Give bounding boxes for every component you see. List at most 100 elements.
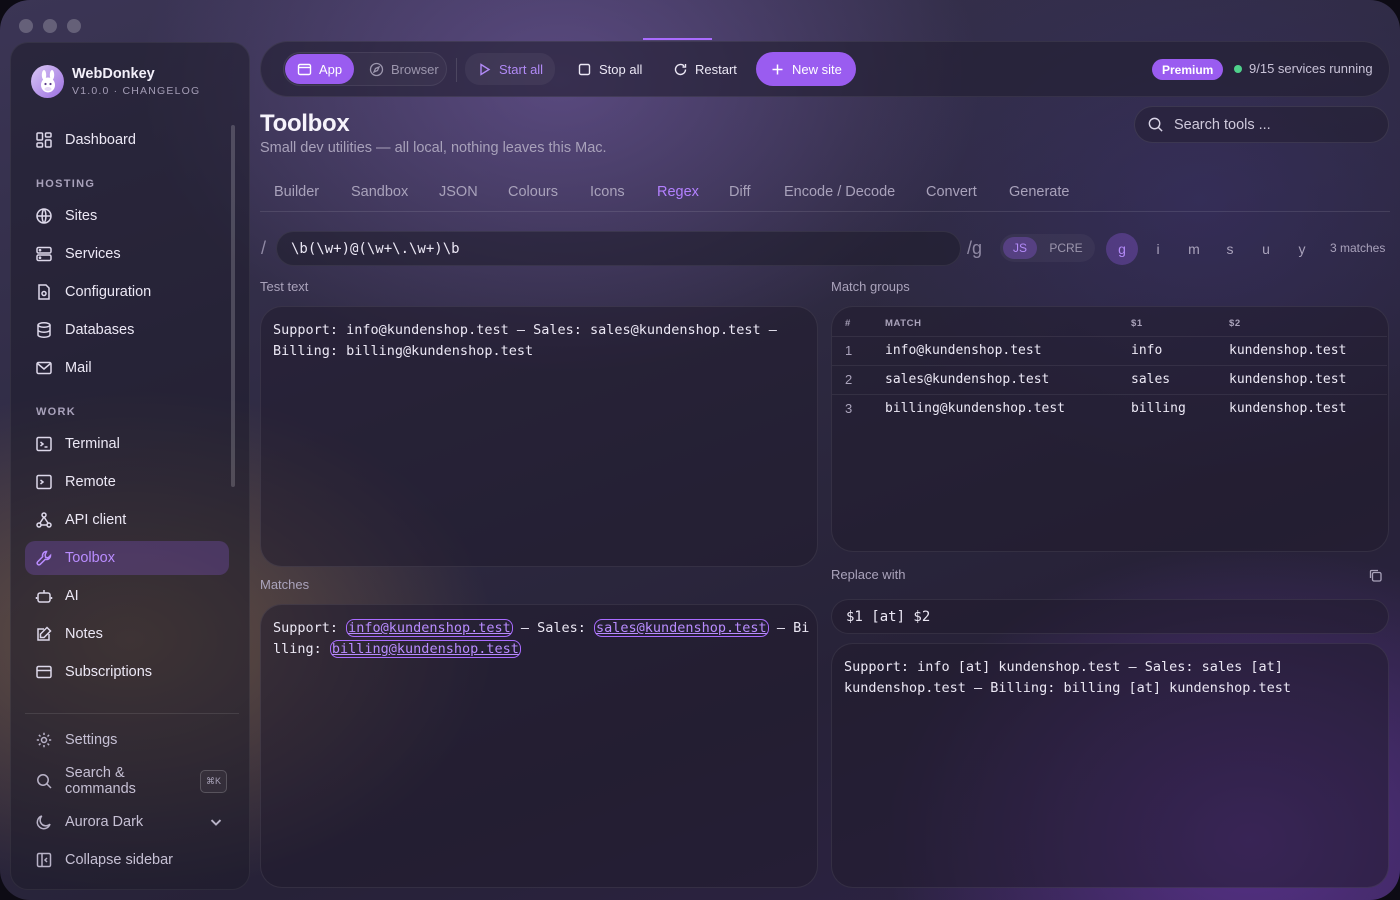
matches-output: Support: info@kundenshop.test — Sales: s… bbox=[273, 618, 809, 660]
test-text-panel[interactable]: Support: info@kundenshop.test — Sales: s… bbox=[260, 306, 818, 567]
sidebar-item-label: Mail bbox=[65, 360, 92, 376]
sidebar-item-notes[interactable]: Notes bbox=[25, 617, 229, 651]
restart-button[interactable]: Restart bbox=[661, 54, 749, 84]
replace-input[interactable]: $1 [at] $2 bbox=[831, 599, 1389, 634]
sidebar-collapse-icon bbox=[36, 852, 52, 868]
regex-open-slash: / bbox=[261, 238, 267, 258]
sidebar-item-configuration[interactable]: Configuration bbox=[25, 275, 229, 309]
match-count: 3 matches bbox=[1330, 241, 1386, 255]
match-highlight: billing@kundenshop.test bbox=[329, 640, 521, 658]
tab-regex[interactable]: Regex bbox=[657, 184, 699, 200]
flag-u-toggle[interactable]: u bbox=[1250, 233, 1282, 265]
regex-engine-toggle: JS PCRE bbox=[1000, 234, 1095, 262]
match-cell: billing@kundenshop.test bbox=[885, 393, 1131, 423]
flag-m-toggle[interactable]: m bbox=[1178, 233, 1210, 265]
top-toolbar: App Browser Start all Stop all Restart N… bbox=[260, 41, 1390, 97]
tab-encode-decode[interactable]: Encode / Decode bbox=[784, 184, 895, 200]
app-version[interactable]: V1.0.0 · CHANGELOG bbox=[72, 85, 200, 97]
matches-label: Matches bbox=[260, 577, 310, 592]
app-view-button[interactable]: App bbox=[285, 54, 355, 84]
stop-all-button[interactable]: Stop all bbox=[565, 54, 654, 84]
tab-convert[interactable]: Convert bbox=[926, 184, 977, 200]
new-site-button[interactable]: New site bbox=[756, 52, 856, 86]
tab-diff[interactable]: Diff bbox=[729, 184, 751, 200]
engine-js-button[interactable]: JS bbox=[1003, 237, 1037, 259]
match-text: — Sales: bbox=[512, 620, 594, 636]
tab-generate[interactable]: Generate bbox=[1009, 184, 1069, 200]
match-groups-label: Match groups bbox=[831, 279, 910, 294]
engine-pcre-button[interactable]: PCRE bbox=[1042, 237, 1090, 259]
flag-i-toggle[interactable]: i bbox=[1142, 233, 1174, 265]
minimize-window-button[interactable] bbox=[43, 19, 57, 33]
notes-icon bbox=[37, 626, 52, 641]
tab-colours[interactable]: Colours bbox=[508, 184, 558, 200]
server-icon bbox=[36, 246, 52, 262]
match-cell: sales@kundenshop.test bbox=[885, 364, 1131, 394]
plus-icon bbox=[772, 64, 783, 74]
moon-icon bbox=[36, 815, 51, 830]
copy-icon[interactable] bbox=[1368, 568, 1383, 583]
sidebar-scrollbar[interactable] bbox=[231, 125, 235, 487]
sidebar-item-databases[interactable]: Databases bbox=[25, 313, 229, 347]
tab-json[interactable]: JSON bbox=[439, 184, 478, 200]
search-input[interactable] bbox=[1174, 116, 1364, 133]
tab-sandbox[interactable]: Sandbox bbox=[351, 184, 408, 200]
window-icon bbox=[297, 63, 312, 75]
test-text-label: Test text bbox=[260, 279, 309, 294]
sidebar-item-remote[interactable]: Remote bbox=[25, 465, 229, 499]
flag-s-toggle[interactable]: s bbox=[1214, 233, 1246, 265]
flag-g-toggle[interactable]: g bbox=[1106, 233, 1138, 265]
sidebar-item-label: Search & commands bbox=[65, 765, 136, 797]
database-icon bbox=[37, 322, 51, 338]
dashboard-icon bbox=[36, 132, 52, 148]
close-window-button[interactable] bbox=[19, 19, 33, 33]
sidebar-item-label: Settings bbox=[65, 732, 118, 748]
sidebar-item-ai[interactable]: AI bbox=[25, 579, 229, 613]
sidebar-item-sites[interactable]: Sites bbox=[25, 199, 229, 233]
sidebar-item-subscriptions[interactable]: Subscriptions bbox=[25, 655, 229, 689]
premium-badge[interactable]: Premium bbox=[1152, 59, 1224, 80]
brand[interactable]: WebDonkey V1.0.0 · CHANGELOG bbox=[31, 65, 200, 98]
regex-pattern-input[interactable]: \b(\w+)@(\w+\.\w+)\b bbox=[276, 231, 961, 266]
flag-y-toggle[interactable]: y bbox=[1286, 233, 1318, 265]
sidebar-item-terminal[interactable]: Terminal bbox=[25, 427, 229, 461]
replace-label: Replace with bbox=[831, 567, 906, 582]
mail-icon bbox=[36, 361, 52, 375]
sidebar-item-settings[interactable]: Settings bbox=[25, 723, 229, 757]
sidebar-divider bbox=[25, 713, 239, 714]
start-all-button[interactable]: Start all bbox=[465, 53, 556, 85]
table-header-row: # MATCH $1 $2 bbox=[832, 312, 1387, 336]
match-cell: info@kundenshop.test bbox=[885, 335, 1131, 365]
sidebar-item-mail[interactable]: Mail bbox=[25, 351, 229, 385]
sidebar-item-search-commands[interactable]: Search & commands ⌘K bbox=[25, 764, 229, 798]
group2-cell: kundenshop.test bbox=[1229, 393, 1387, 423]
sidebar-item-label: Subscriptions bbox=[65, 664, 153, 680]
tool-search-box[interactable] bbox=[1134, 106, 1389, 143]
tab-builder[interactable]: Builder bbox=[274, 184, 319, 200]
sidebar-item-label: API client bbox=[65, 512, 127, 528]
theme-selector[interactable]: Aurora Dark bbox=[25, 805, 229, 839]
table-row: 1 info@kundenshop.test info kundenshop.t… bbox=[832, 335, 1387, 365]
sidebar-item-label: Sites bbox=[65, 208, 98, 224]
stop-icon bbox=[578, 63, 591, 75]
sidebar-item-toolbox[interactable]: Toolbox bbox=[25, 541, 229, 575]
sidebar-item-services[interactable]: Services bbox=[25, 237, 229, 271]
active-tab-indicator bbox=[643, 38, 712, 40]
browser-view-button[interactable]: Browser bbox=[357, 54, 451, 84]
status-dot-icon bbox=[1234, 64, 1242, 73]
services-status[interactable]: 9/15 services running bbox=[1234, 61, 1373, 76]
group1-cell: sales bbox=[1131, 364, 1229, 394]
group1-cell: billing bbox=[1131, 393, 1229, 423]
donkey-logo-icon bbox=[31, 65, 64, 98]
sidebar-item-api-client[interactable]: API client bbox=[25, 503, 229, 537]
tab-icons[interactable]: Icons bbox=[590, 184, 625, 200]
sidebar-item-dashboard[interactable]: Dashboard bbox=[25, 123, 229, 157]
collapse-sidebar-button[interactable]: Collapse sidebar bbox=[25, 843, 229, 877]
sidebar-item-label: Dashboard bbox=[65, 132, 136, 148]
sidebar-item-label: Configuration bbox=[65, 284, 152, 300]
compass-icon bbox=[369, 62, 384, 76]
card-icon bbox=[36, 665, 52, 679]
zoom-window-button[interactable] bbox=[67, 19, 81, 33]
test-text-input[interactable]: Support: info@kundenshop.test — Sales: s… bbox=[273, 320, 777, 362]
search-icon bbox=[37, 774, 52, 789]
